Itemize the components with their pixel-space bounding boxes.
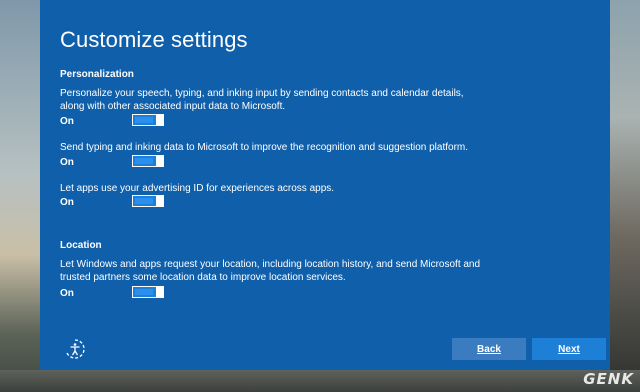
inking-data-description: Send typing and inking data to Microsoft…: [60, 142, 469, 153]
background-photo-right: [610, 0, 640, 392]
toggle-knob: [156, 114, 164, 126]
advertising-id-description: Let apps use your advertising ID for exp…: [60, 183, 335, 194]
ease-of-access-icon[interactable]: [64, 338, 86, 360]
toggle-knob: [156, 286, 164, 298]
background-photo-left: [0, 0, 40, 392]
location-toggle[interactable]: [132, 286, 164, 298]
inking-data-state: On: [60, 157, 74, 168]
back-button[interactable]: Back: [452, 338, 526, 360]
background-photo-bottom: [0, 370, 640, 392]
toggle-knob: [156, 155, 164, 167]
speech-typing-toggle[interactable]: [132, 114, 164, 126]
next-button[interactable]: Next: [532, 338, 606, 360]
location-description: Let Windows and apps request your locati…: [60, 259, 481, 283]
genk-watermark: GENK: [583, 370, 634, 388]
personalization-heading: Personalization: [60, 69, 134, 80]
advertising-id-state: On: [60, 197, 74, 208]
speech-typing-description: Personalize your speech, typing, and ink…: [60, 88, 464, 112]
page-title: Customize settings: [60, 27, 248, 52]
toggle-fill: [135, 198, 153, 204]
location-state: On: [60, 288, 74, 299]
toggle-fill: [135, 117, 153, 123]
toggle-fill: [135, 289, 153, 295]
toggle-knob: [156, 195, 164, 207]
inking-data-toggle[interactable]: [132, 155, 164, 167]
setup-panel: Customize settings Personalization Perso…: [40, 0, 610, 370]
speech-typing-state: On: [60, 116, 74, 127]
toggle-fill: [135, 158, 153, 164]
location-heading: Location: [60, 240, 102, 251]
advertising-id-toggle[interactable]: [132, 195, 164, 207]
